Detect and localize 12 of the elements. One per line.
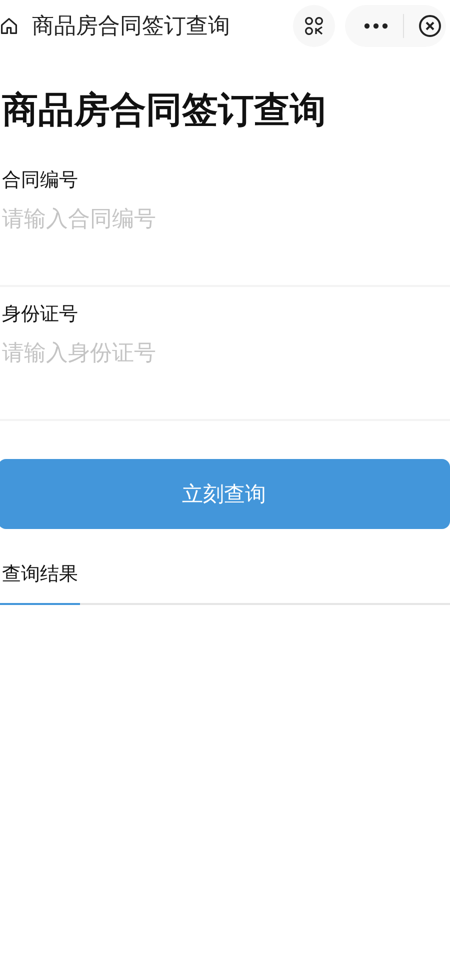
scan-button[interactable] <box>293 5 335 47</box>
input-field[interactable]: 请输入合同编号 <box>2 193 450 246</box>
input-field[interactable]: 请输入身份证号 <box>2 327 450 380</box>
scan-icon <box>304 16 324 36</box>
window-title: 商品房合同签订查询 <box>32 13 230 41</box>
field-label: 身份证号 <box>2 302 79 327</box>
close-icon[interactable] <box>418 14 442 38</box>
home-icon[interactable] <box>0 17 18 35</box>
more-icon[interactable] <box>363 23 389 29</box>
result-tab[interactable]: 查询结果 <box>0 549 80 605</box>
field-label: 合同编号 <box>2 168 79 193</box>
page-title: 商品房合同签订查询 <box>2 89 327 133</box>
